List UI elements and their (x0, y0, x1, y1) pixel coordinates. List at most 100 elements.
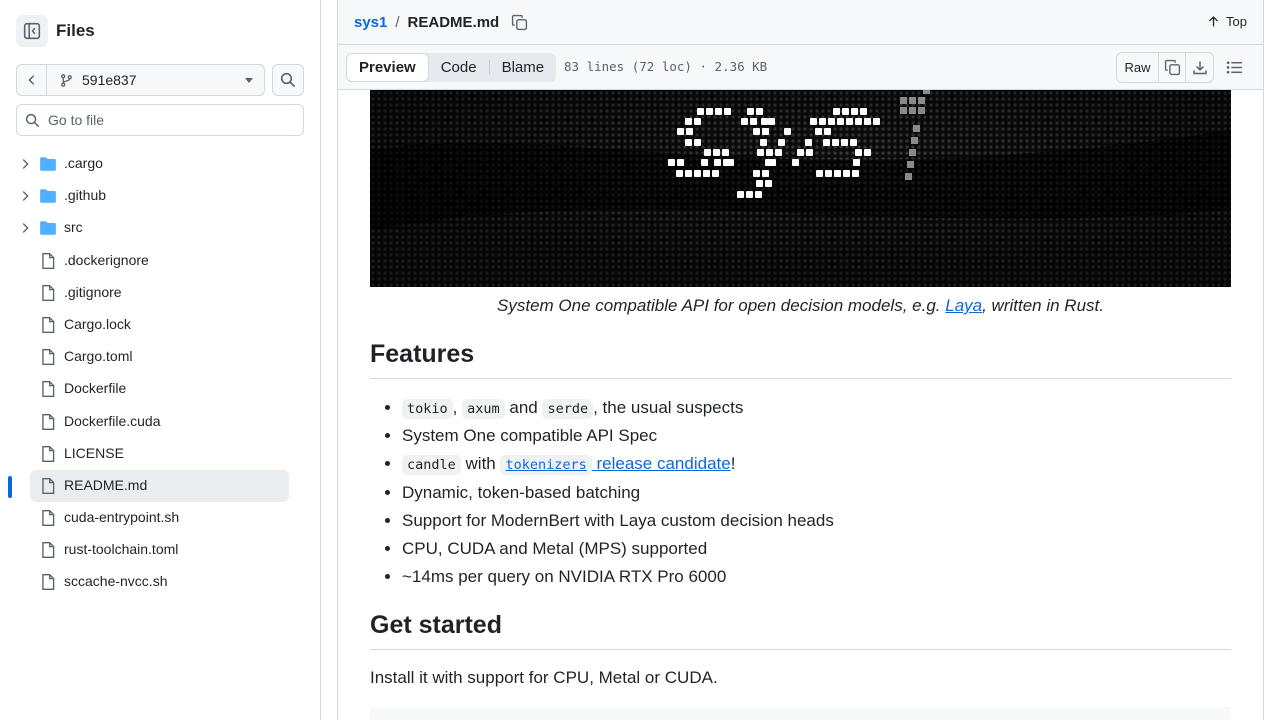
tree-folder-item[interactable]: .cargo (0, 148, 320, 180)
tree-item-label: .dockerignore (64, 251, 149, 268)
file-icon (42, 381, 55, 398)
file-icon-wrap (39, 573, 57, 591)
download-button[interactable] (1186, 53, 1213, 82)
raw-button[interactable]: Raw (1117, 53, 1159, 82)
list-text: ! (730, 454, 736, 474)
tree-item-label: cuda-entrypoint.sh (64, 509, 180, 526)
branch-picker: 591e837 (16, 64, 265, 96)
tree-item-label: Cargo.toml (64, 348, 133, 365)
expand-toggle[interactable] (18, 221, 32, 235)
folder-icon (40, 221, 56, 236)
file-icon-wrap (39, 284, 57, 302)
breadcrumb-file: README.md (407, 14, 500, 31)
tree-file-item[interactable]: .gitignore (0, 277, 320, 309)
arrow-up-icon (1209, 16, 1219, 27)
get-started-heading: Get started (370, 611, 1231, 650)
install-text: Install it with support for CPU, Metal o… (370, 668, 718, 687)
laya-link[interactable]: Laya (945, 296, 982, 315)
tree-file-item[interactable]: Cargo.toml (0, 341, 320, 373)
file-icon-wrap (39, 252, 57, 270)
inline-code: tokio (402, 399, 453, 419)
file-icon (42, 349, 55, 366)
breadcrumb: sys1 / README.md (354, 14, 528, 31)
file-icon (42, 510, 55, 527)
code-block (370, 707, 1231, 720)
tree-item-label: Dockerfile (64, 380, 127, 397)
chevron-left-icon (27, 75, 34, 85)
features-list: tokio, axum and serde, the usual suspect… (402, 396, 834, 593)
tree-file-item[interactable]: Dockerfile.cuda (0, 406, 320, 438)
list-item: Support for ModernBert with Laya custom … (402, 509, 834, 537)
copy-path-button[interactable] (511, 14, 528, 31)
list-item: Dynamic, token-based batching (402, 481, 834, 509)
tree-file-item[interactable]: Cargo.lock (0, 309, 320, 341)
go-to-file-input[interactable] (48, 112, 288, 128)
branch-select[interactable]: 591e837 (47, 72, 234, 88)
outline-button[interactable] (1226, 59, 1243, 81)
tree-file-item[interactable]: README.md (0, 469, 320, 502)
copy-raw-button[interactable] (1159, 53, 1186, 82)
tree-file-item[interactable]: .dockerignore (0, 245, 320, 277)
list-item: candle with tokenizers release candidate… (402, 452, 834, 480)
tree-file-item[interactable]: rust-toolchain.toml (0, 534, 320, 566)
tree-item-label: rust-toolchain.toml (64, 541, 179, 558)
back-button[interactable] (17, 65, 47, 95)
list-text: with (465, 454, 496, 474)
folder-icon-wrap (39, 155, 57, 173)
file-icon-wrap (39, 477, 57, 495)
tree-file-item[interactable]: LICENSE (0, 438, 320, 470)
selected-indicator (8, 475, 12, 498)
file-tree: .cargo .github src .dockerignore .gitignore C… (0, 148, 320, 599)
tab-blame[interactable]: Blame (490, 53, 557, 82)
search-icon (280, 72, 296, 88)
file-icon (42, 477, 55, 494)
file-icon-wrap (39, 413, 57, 431)
file-icon-wrap (39, 348, 57, 366)
expand-toggle[interactable] (18, 189, 32, 203)
file-icon-wrap (39, 541, 57, 559)
tree-item-label: Cargo.lock (64, 315, 131, 332)
file-icon (42, 284, 55, 301)
sys1-logo-banner (370, 90, 1231, 287)
tree-file-item[interactable]: Dockerfile (0, 373, 320, 405)
tree-item-label: LICENSE (64, 444, 124, 461)
breadcrumb-repo-link[interactable]: sys1 (354, 14, 387, 31)
download-icon (1192, 61, 1207, 74)
tab-preview[interactable]: Preview (346, 53, 429, 82)
sidebar-collapse-button[interactable] (16, 15, 48, 47)
top-button[interactable]: Top (1207, 14, 1247, 29)
tree-item-label: .cargo (64, 155, 103, 171)
file-actions: Raw (1116, 52, 1214, 83)
file-icon (42, 252, 55, 269)
tree-folder-item[interactable]: src (0, 212, 320, 244)
search-icon (25, 113, 40, 127)
inline-code: candle (402, 455, 461, 476)
expand-toggle[interactable] (18, 157, 32, 171)
inline-code: axum (462, 399, 505, 419)
file-header: sys1 / README.md Top (337, 0, 1264, 45)
list-text: and (509, 398, 538, 417)
tab-code[interactable]: Code (429, 53, 489, 82)
sidebar-title: Files (56, 21, 95, 40)
file-icon-wrap (39, 316, 57, 334)
sidebar-collapse-icon (23, 22, 41, 40)
sidebar-header: Files (16, 15, 95, 47)
tokenizers-link[interactable]: tokenizers release candidate (500, 454, 731, 476)
tree-item-label: src (64, 219, 83, 236)
copy-icon (512, 14, 528, 31)
tree-file-item[interactable]: sccache-nvcc.sh (0, 566, 320, 598)
branch-dropdown-caret[interactable] (234, 75, 264, 85)
tree-file-item[interactable]: cuda-entrypoint.sh (0, 502, 320, 534)
folder-icon (40, 189, 56, 203)
folder-icon-wrap (39, 219, 57, 237)
file-icon-wrap (39, 380, 57, 398)
search-button[interactable] (272, 64, 304, 96)
features-heading: Features (370, 340, 1231, 379)
list-unordered-icon (1226, 61, 1242, 74)
inline-code: serde (542, 399, 594, 419)
chevron-right-icon (22, 191, 29, 202)
tree-folder-item[interactable]: .github (0, 180, 320, 212)
chevron-right-icon (22, 159, 29, 169)
readme-tagline: System One compatible API for open decis… (370, 296, 1231, 316)
tree-item-label: sccache-nvcc.sh (64, 573, 168, 590)
